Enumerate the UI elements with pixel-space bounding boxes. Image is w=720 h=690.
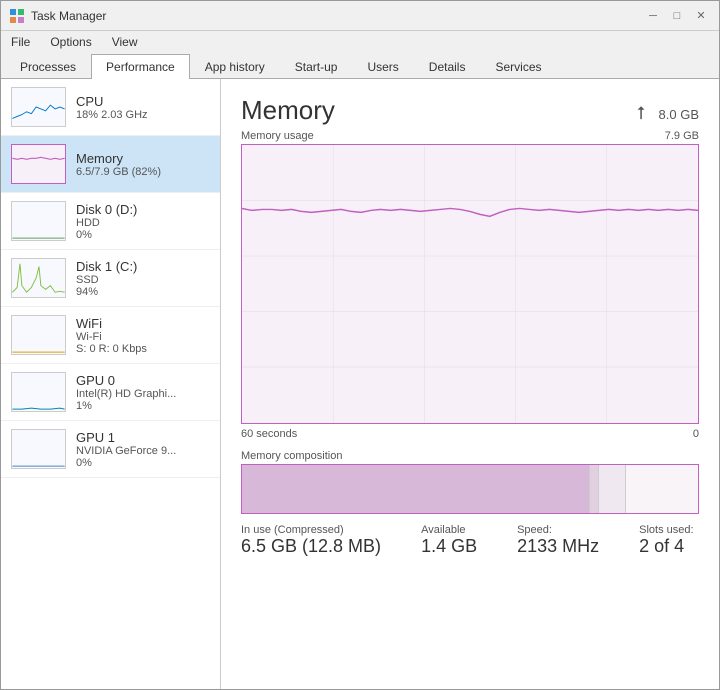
wifi-info: WiFi Wi-Fi S: 0 R: 0 Kbps [76, 316, 210, 355]
disk0-thumbnail [11, 201, 66, 241]
stat-in-use-value: 6.5 GB (12.8 MB) [241, 536, 381, 557]
stat-slots-label: Slots used: [639, 524, 693, 536]
memory-thumbnail [11, 144, 66, 184]
gpu1-info: GPU 1 NVIDIA GeForce 9... 0% [76, 430, 210, 469]
stat-speed-label: Speed: [517, 524, 599, 536]
disk1-label: Disk 1 (C:) [76, 259, 210, 274]
disk0-value: 0% [76, 229, 210, 241]
memory-info: Memory 6.5/7.9 GB (82%) [76, 151, 210, 178]
stat-speed-value: 2133 MHz [517, 536, 599, 557]
comp-free [625, 465, 698, 513]
stat-available: Available 1.4 GB [421, 524, 477, 557]
content-area: CPU 18% 2.03 GHz Memory 6.5/7.9 GB (82%) [1, 79, 719, 689]
sidebar-item-disk1[interactable]: Disk 1 (C:) SSD 94% [1, 250, 220, 307]
menu-view[interactable]: View [106, 33, 144, 51]
wifi-value: S: 0 R: 0 Kbps [76, 343, 210, 355]
time-right: 0 [693, 428, 699, 440]
wifi-label: WiFi [76, 316, 210, 331]
gpu0-type: Intel(R) HD Graphi... [76, 388, 210, 400]
window-title: Task Manager [31, 9, 106, 23]
tab-bar: Processes Performance App history Start-… [1, 53, 719, 79]
menu-bar: File Options View [1, 31, 719, 53]
comp-modified [589, 465, 598, 513]
title-bar: Task Manager ─ □ ✕ [1, 1, 719, 31]
main-title: Memory [241, 95, 335, 126]
disk0-type: HDD [76, 217, 210, 229]
tab-startup[interactable]: Start-up [280, 54, 353, 79]
cpu-info: CPU 18% 2.03 GHz [76, 94, 210, 121]
gpu1-type: NVIDIA GeForce 9... [76, 445, 210, 457]
cursor-icon: ⭡ [637, 103, 645, 123]
main-header: Memory ⭡ 8.0 GB [241, 95, 699, 126]
task-manager-window: Task Manager ─ □ ✕ File Options View Pro… [0, 0, 720, 690]
gpu0-label: GPU 0 [76, 373, 210, 388]
disk1-type: SSD [76, 274, 210, 286]
sidebar-item-gpu0[interactable]: GPU 0 Intel(R) HD Graphi... 1% [1, 364, 220, 421]
chart-label-row: Memory usage 7.9 GB [241, 130, 699, 142]
window-controls: ─ □ ✕ [643, 6, 711, 26]
gpu1-label: GPU 1 [76, 430, 210, 445]
maximize-button[interactable]: □ [667, 6, 687, 26]
sidebar-item-cpu[interactable]: CPU 18% 2.03 GHz [1, 79, 220, 136]
tab-users[interactable]: Users [352, 54, 413, 79]
tab-processes[interactable]: Processes [5, 54, 91, 79]
cpu-label: CPU [76, 94, 210, 109]
menu-file[interactable]: File [5, 33, 36, 51]
stat-in-use: In use (Compressed) 6.5 GB (12.8 MB) [241, 524, 381, 557]
chart-max: 7.9 GB [665, 130, 699, 142]
cpu-stats: 18% 2.03 GHz [76, 109, 210, 121]
tab-services[interactable]: Services [480, 54, 556, 79]
tab-details[interactable]: Details [414, 54, 481, 79]
sidebar-item-wifi[interactable]: WiFi Wi-Fi S: 0 R: 0 Kbps [1, 307, 220, 364]
gpu1-thumbnail [11, 429, 66, 469]
disk0-label: Disk 0 (D:) [76, 202, 210, 217]
menu-options[interactable]: Options [44, 33, 97, 51]
memory-label: Memory [76, 151, 210, 166]
sidebar-item-disk0[interactable]: Disk 0 (D:) HDD 0% [1, 193, 220, 250]
stat-speed: Speed: 2133 MHz [517, 524, 599, 557]
stat-in-use-label: In use (Compressed) [241, 524, 381, 536]
wifi-type: Wi-Fi [76, 331, 210, 343]
minimize-button[interactable]: ─ [643, 6, 663, 26]
comp-standby [598, 465, 625, 513]
stat-available-value: 1.4 GB [421, 536, 477, 557]
memory-total: 8.0 GB [659, 107, 699, 122]
gpu1-value: 0% [76, 457, 210, 469]
disk1-thumbnail [11, 258, 66, 298]
cpu-thumbnail [11, 87, 66, 127]
memory-comp-bar [241, 464, 699, 514]
tab-performance[interactable]: Performance [91, 54, 190, 79]
main-panel: Memory ⭡ 8.0 GB Memory usage 7.9 GB [221, 79, 719, 689]
sidebar: CPU 18% 2.03 GHz Memory 6.5/7.9 GB (82%) [1, 79, 221, 689]
gpu0-thumbnail [11, 372, 66, 412]
gpu0-info: GPU 0 Intel(R) HD Graphi... 1% [76, 373, 210, 412]
memory-chart [241, 144, 699, 424]
stat-slots-value: 2 of 4 [639, 536, 693, 557]
stat-slots: Slots used: 2 of 4 [639, 524, 693, 557]
sidebar-item-memory[interactable]: Memory 6.5/7.9 GB (82%) [1, 136, 220, 193]
tab-app-history[interactable]: App history [190, 54, 280, 79]
disk1-value: 94% [76, 286, 210, 298]
disk1-info: Disk 1 (C:) SSD 94% [76, 259, 210, 298]
disk0-info: Disk 0 (D:) HDD 0% [76, 202, 210, 241]
title-bar-left: Task Manager [9, 8, 106, 24]
stats-row: In use (Compressed) 6.5 GB (12.8 MB) Ava… [241, 524, 699, 557]
close-button[interactable]: ✕ [691, 6, 711, 26]
time-left: 60 seconds [241, 428, 297, 440]
chart-title: Memory usage [241, 130, 314, 142]
comp-label: Memory composition [241, 450, 699, 462]
app-icon [9, 8, 25, 24]
wifi-thumbnail [11, 315, 66, 355]
memory-stats: 6.5/7.9 GB (82%) [76, 166, 210, 178]
comp-in-use [242, 465, 589, 513]
chart-time-row: 60 seconds 0 [241, 428, 699, 440]
sidebar-item-gpu1[interactable]: GPU 1 NVIDIA GeForce 9... 0% [1, 421, 220, 478]
gpu0-value: 1% [76, 400, 210, 412]
stat-available-label: Available [421, 524, 477, 536]
